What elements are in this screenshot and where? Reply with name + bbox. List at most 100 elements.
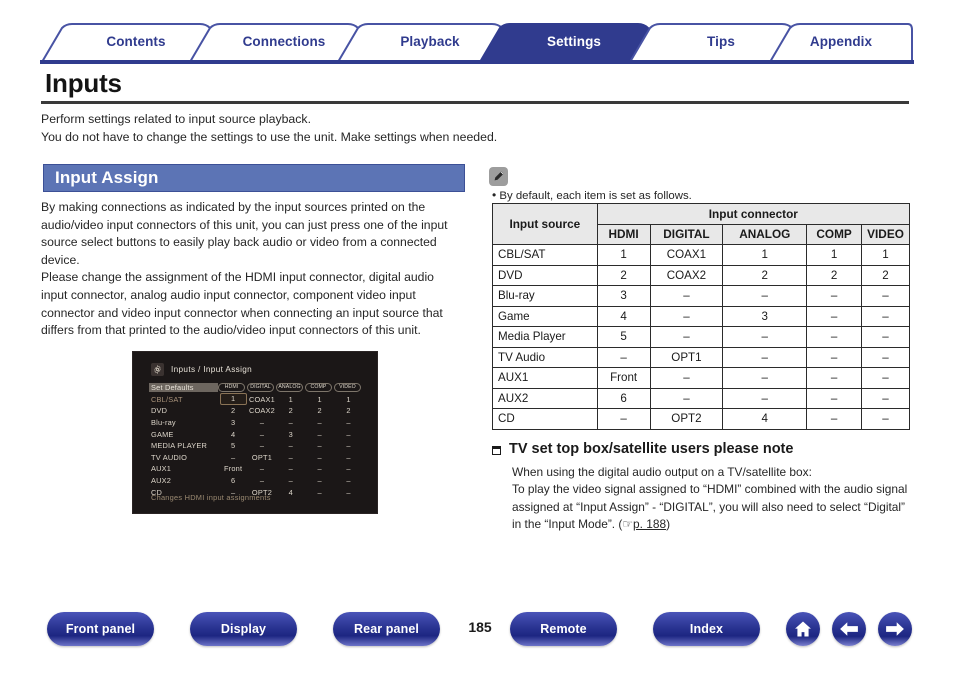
cell-hdmi: 1: [596, 244, 651, 266]
osd-cell[interactable]: 5: [219, 441, 248, 450]
osd-cell[interactable]: –: [305, 430, 334, 439]
osd-cell[interactable]: 4: [219, 430, 248, 439]
osd-cell[interactable]: 2: [276, 406, 305, 415]
gear-icon: [151, 363, 164, 376]
footer-button-remote[interactable]: Remote: [510, 612, 617, 646]
body-paragraph-1: By making connections as indicated by th…: [41, 200, 448, 267]
cell-comp: –: [806, 408, 863, 430]
osd-cell[interactable]: 3: [219, 418, 248, 427]
osd-table-row[interactable]: TV AUDIO – OPT1 – – –: [151, 452, 363, 464]
osd-cell[interactable]: –: [334, 418, 363, 427]
cell-digital: COAX2: [649, 264, 724, 286]
osd-cell[interactable]: –: [334, 430, 363, 439]
table-row: DVD 2 COAX2 2 2 2: [492, 264, 910, 286]
osd-cell[interactable]: –: [334, 441, 363, 450]
table-row: CD – OPT2 4 – –: [492, 408, 910, 430]
th-comp: COMP: [806, 223, 863, 245]
osd-breadcrumb: Inputs / Input Assign: [171, 365, 253, 374]
osd-cell[interactable]: –: [305, 476, 334, 485]
cell-digital: –: [649, 387, 724, 409]
osd-cell[interactable]: 2: [219, 406, 248, 415]
tab-appendix[interactable]: Appendix: [770, 22, 912, 60]
cell-video: 1: [861, 244, 910, 266]
default-assignment-table: Input source Input connector HDMI DIGITA…: [492, 203, 911, 430]
osd-cell[interactable]: –: [305, 441, 334, 450]
osd-row-set-defaults[interactable]: Set Defaults HDMI DIGITAL ANALOG COMP VI…: [149, 382, 363, 394]
page-link[interactable]: p. 188: [633, 517, 666, 531]
subsection-heading: TV set top box/satellite users please no…: [492, 441, 793, 457]
osd-cell[interactable]: COAX1: [248, 395, 277, 404]
osd-cell[interactable]: –: [248, 476, 277, 485]
cell-analog: –: [722, 285, 808, 307]
cell-source: Blu-ray: [492, 285, 598, 307]
osd-table-row[interactable]: DVD 2 COAX2 2 2 2: [151, 405, 363, 417]
osd-table-row[interactable]: GAME 4 – 3 – –: [151, 428, 363, 440]
osd-cell[interactable]: COAX2: [248, 406, 277, 415]
osd-cell[interactable]: –: [276, 441, 305, 450]
osd-cell[interactable]: 1: [334, 395, 363, 404]
cell-analog: –: [722, 387, 808, 409]
cell-analog: –: [722, 346, 808, 368]
osd-cell[interactable]: 2: [305, 406, 334, 415]
cell-hdmi: 2: [596, 264, 651, 286]
osd-cell[interactable]: 1: [305, 395, 334, 404]
osd-set-defaults-label: Set Defaults: [149, 383, 218, 393]
osd-cell[interactable]: –: [248, 430, 277, 439]
osd-cell[interactable]: –: [305, 453, 334, 462]
osd-cell[interactable]: –: [305, 488, 334, 497]
square-marker-icon: [492, 445, 501, 455]
cell-video: –: [861, 305, 910, 327]
osd-table-row[interactable]: AUX1 Front – – – –: [151, 463, 363, 475]
cell-comp: –: [806, 305, 863, 327]
cell-hdmi: Front: [596, 367, 651, 389]
osd-cell[interactable]: –: [276, 476, 305, 485]
table-row: AUX1 Front – – – –: [492, 367, 910, 389]
cell-analog: 1: [722, 244, 808, 266]
arrow-left-icon[interactable]: [832, 612, 866, 646]
osd-cell[interactable]: –: [334, 476, 363, 485]
osd-cell: 1: [219, 393, 248, 406]
osd-cell[interactable]: –: [248, 464, 277, 473]
table-row: CBL/SAT 1 COAX1 1 1 1: [492, 244, 910, 266]
osd-table-row[interactable]: MEDIA PLAYER 5 – – – –: [151, 440, 363, 452]
cell-hdmi: 4: [596, 305, 651, 327]
arrow-right-icon[interactable]: [878, 612, 912, 646]
osd-selected-cell[interactable]: 1: [219, 393, 247, 406]
osd-table-row[interactable]: Blu-ray 3 – – – –: [151, 417, 363, 429]
osd-cell[interactable]: –: [248, 418, 277, 427]
osd-cell[interactable]: 1: [276, 395, 305, 404]
osd-table-row[interactable]: AUX2 6 – – – –: [151, 475, 363, 487]
table-row: AUX2 6 – – – –: [492, 387, 910, 409]
osd-cell[interactable]: Front: [219, 464, 248, 473]
footer-button-display[interactable]: Display: [190, 612, 297, 646]
osd-cell[interactable]: 3: [276, 430, 305, 439]
osd-col-analog: ANALOG: [276, 383, 303, 393]
cell-source: DVD: [492, 264, 598, 286]
osd-cell[interactable]: 4: [276, 488, 305, 497]
osd-row-name: CBL/SAT: [151, 394, 183, 404]
footer-button-front-panel[interactable]: Front panel: [47, 612, 154, 646]
osd-cell[interactable]: –: [248, 441, 277, 450]
osd-cell[interactable]: –: [219, 453, 248, 462]
home-icon[interactable]: [786, 612, 820, 646]
osd-cell[interactable]: –: [276, 453, 305, 462]
osd-cell[interactable]: OPT1: [248, 453, 277, 462]
footer-button-rear-panel[interactable]: Rear panel: [333, 612, 440, 646]
osd-cell[interactable]: –: [334, 464, 363, 473]
osd-cell[interactable]: –: [305, 418, 334, 427]
osd-table-row[interactable]: CBL/SAT 1 COAX1 1 1 1: [151, 393, 363, 406]
osd-cell[interactable]: –: [276, 464, 305, 473]
table-row: Blu-ray 3 – – – –: [492, 285, 910, 307]
osd-cell[interactable]: 6: [219, 476, 248, 485]
osd-cell[interactable]: –: [305, 464, 334, 473]
cell-hdmi: 3: [596, 285, 651, 307]
section-header-input-assign: Input Assign: [43, 164, 465, 192]
cell-analog: 4: [722, 408, 808, 430]
osd-cell[interactable]: –: [334, 453, 363, 462]
osd-row-name: Blu-ray: [151, 418, 176, 428]
footer-button-index[interactable]: Index: [653, 612, 760, 646]
osd-cell[interactable]: –: [334, 488, 363, 497]
osd-cell[interactable]: 2: [334, 406, 363, 415]
footer-nav: Front panel Display Rear panel 185 Remot…: [0, 612, 954, 664]
osd-cell[interactable]: –: [276, 418, 305, 427]
